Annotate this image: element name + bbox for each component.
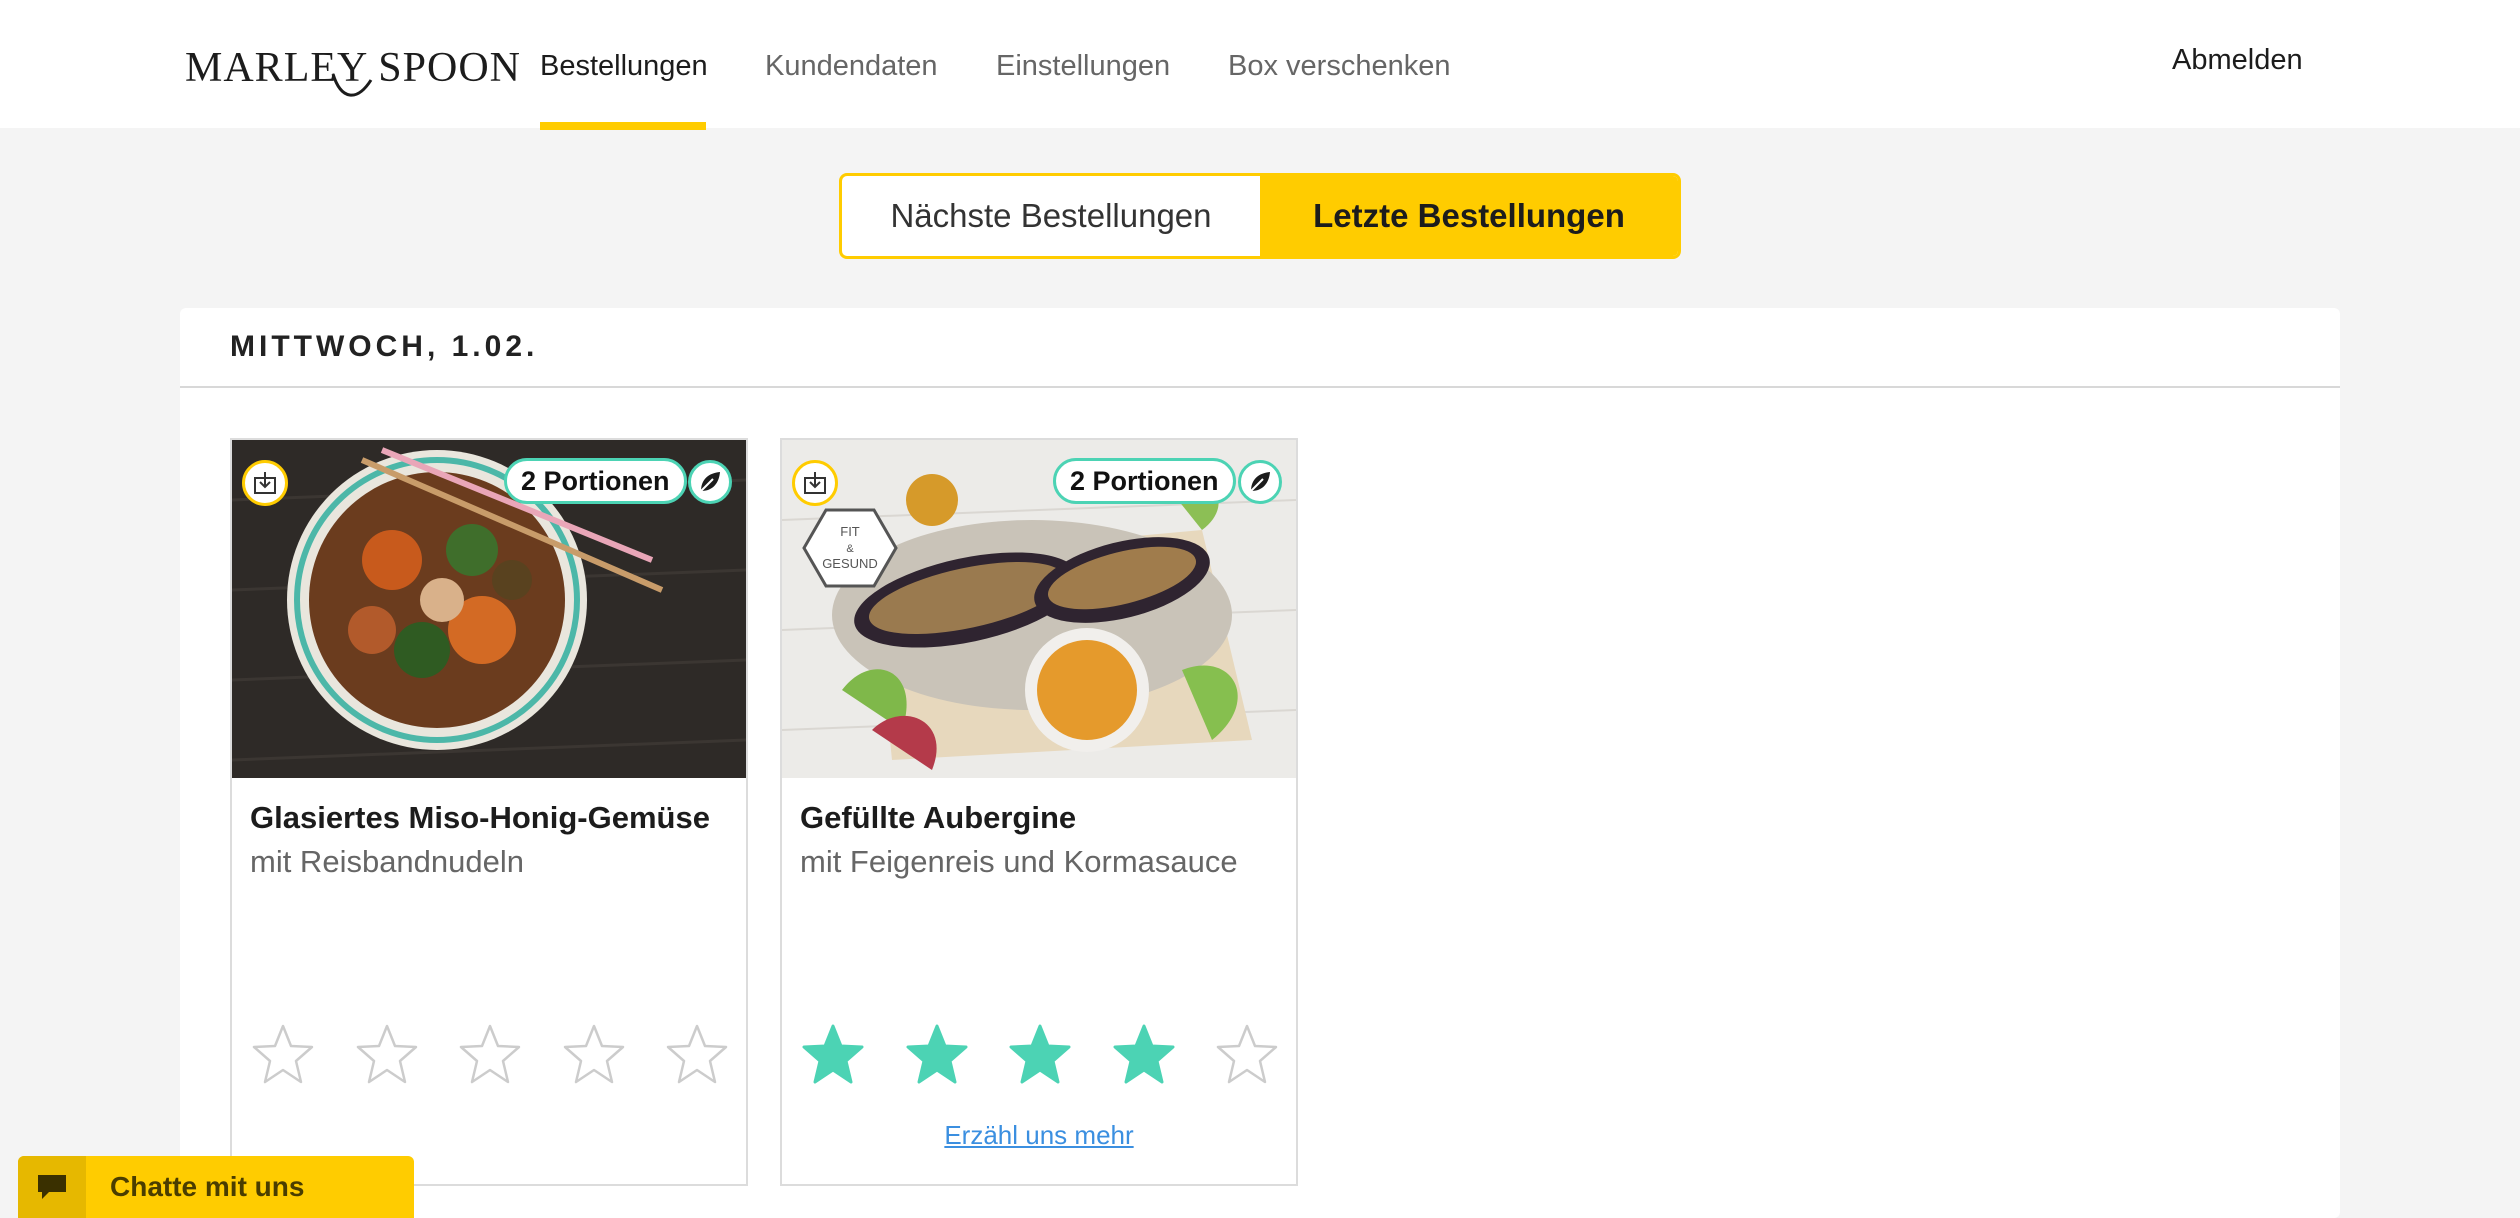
star-empty-icon[interactable] — [1214, 1022, 1280, 1088]
past-orders-tab[interactable]: Letzte Bestellungen — [1260, 176, 1678, 256]
star-filled-icon[interactable] — [904, 1022, 970, 1088]
nav-item-box-verschenken[interactable]: Box verschenken — [1228, 50, 1450, 83]
logout-link[interactable]: Abmelden — [2172, 44, 2303, 77]
star-empty-icon[interactable] — [561, 1022, 627, 1088]
portions-badge: 2 Portionen — [1053, 458, 1236, 504]
nav-item-bestellungen[interactable]: Bestellungen — [540, 50, 708, 83]
delivery-date-title: MITTWOCH, 1.02. — [230, 330, 539, 363]
svg-text:&: & — [846, 543, 854, 555]
star-empty-icon[interactable] — [457, 1022, 523, 1088]
recipe-card[interactable]: 2 Portionen Glasiertes Miso-Honig-Gemüse… — [230, 438, 748, 1186]
chat-label: Chatte mit uns — [110, 1171, 305, 1202]
vegetarian-badge — [1238, 460, 1282, 504]
star-filled-icon[interactable] — [800, 1022, 866, 1088]
download-recipe-button[interactable] — [242, 460, 288, 506]
nav-item-kundendaten[interactable]: Kundendaten — [765, 50, 938, 83]
chat-button[interactable]: Chatte mit uns — [18, 1156, 414, 1218]
star-filled-icon[interactable] — [1111, 1022, 1177, 1088]
recipe-title[interactable]: Glasiertes Miso-Honig-Gemüse — [250, 800, 710, 836]
order-group-header: MITTWOCH, 1.02. — [180, 308, 2340, 388]
star-filled-icon[interactable] — [1007, 1022, 1073, 1088]
upcoming-orders-tab[interactable]: Nächste Bestellungen — [842, 176, 1260, 256]
active-nav-indicator — [540, 122, 706, 130]
orders-toggle: Nächste Bestellungen Letzte Bestellungen — [839, 173, 1681, 259]
portions-badge: 2 Portionen — [504, 458, 687, 504]
download-icon — [804, 472, 826, 494]
rating-stars — [250, 1022, 730, 1092]
rating-stars — [800, 1022, 1280, 1092]
svg-text:FIT: FIT — [840, 524, 860, 539]
star-empty-icon[interactable] — [664, 1022, 730, 1088]
recipe-card[interactable]: FIT & GESUND 2 Portionen Gefüllte Auberg… — [780, 438, 1298, 1186]
nav-item-einstellungen[interactable]: Einstellungen — [996, 50, 1170, 83]
star-empty-icon[interactable] — [354, 1022, 420, 1088]
recipe-subtitle: mit Feigenreis und Kormasauce — [800, 844, 1238, 879]
download-icon — [254, 472, 276, 494]
feedback-link[interactable]: Erzähl uns mehr — [782, 1120, 1296, 1151]
leaf-icon — [1250, 472, 1270, 492]
recipe-subtitle: mit Reisbandnudeln — [250, 844, 525, 879]
chat-bubble-icon — [18, 1156, 86, 1218]
star-empty-icon[interactable] — [250, 1022, 316, 1088]
recipe-title[interactable]: Gefüllte Aubergine — [800, 800, 1076, 836]
logo-swash-icon — [331, 73, 373, 97]
order-group-panel: MITTWOCH, 1.02. 2 Portionen Glasiertes M… — [180, 308, 2340, 1218]
svg-text:GESUND: GESUND — [822, 556, 878, 571]
fit-gesund-badge-icon: FIT & GESUND — [802, 508, 898, 588]
download-recipe-button[interactable] — [792, 460, 838, 506]
top-header: MARLEY SPOON Bestellungen Kundendaten Ei… — [0, 0, 2520, 130]
leaf-icon — [700, 472, 720, 492]
vegetarian-badge — [688, 460, 732, 504]
marley-spoon-logo[interactable]: MARLEY SPOON — [185, 44, 521, 97]
